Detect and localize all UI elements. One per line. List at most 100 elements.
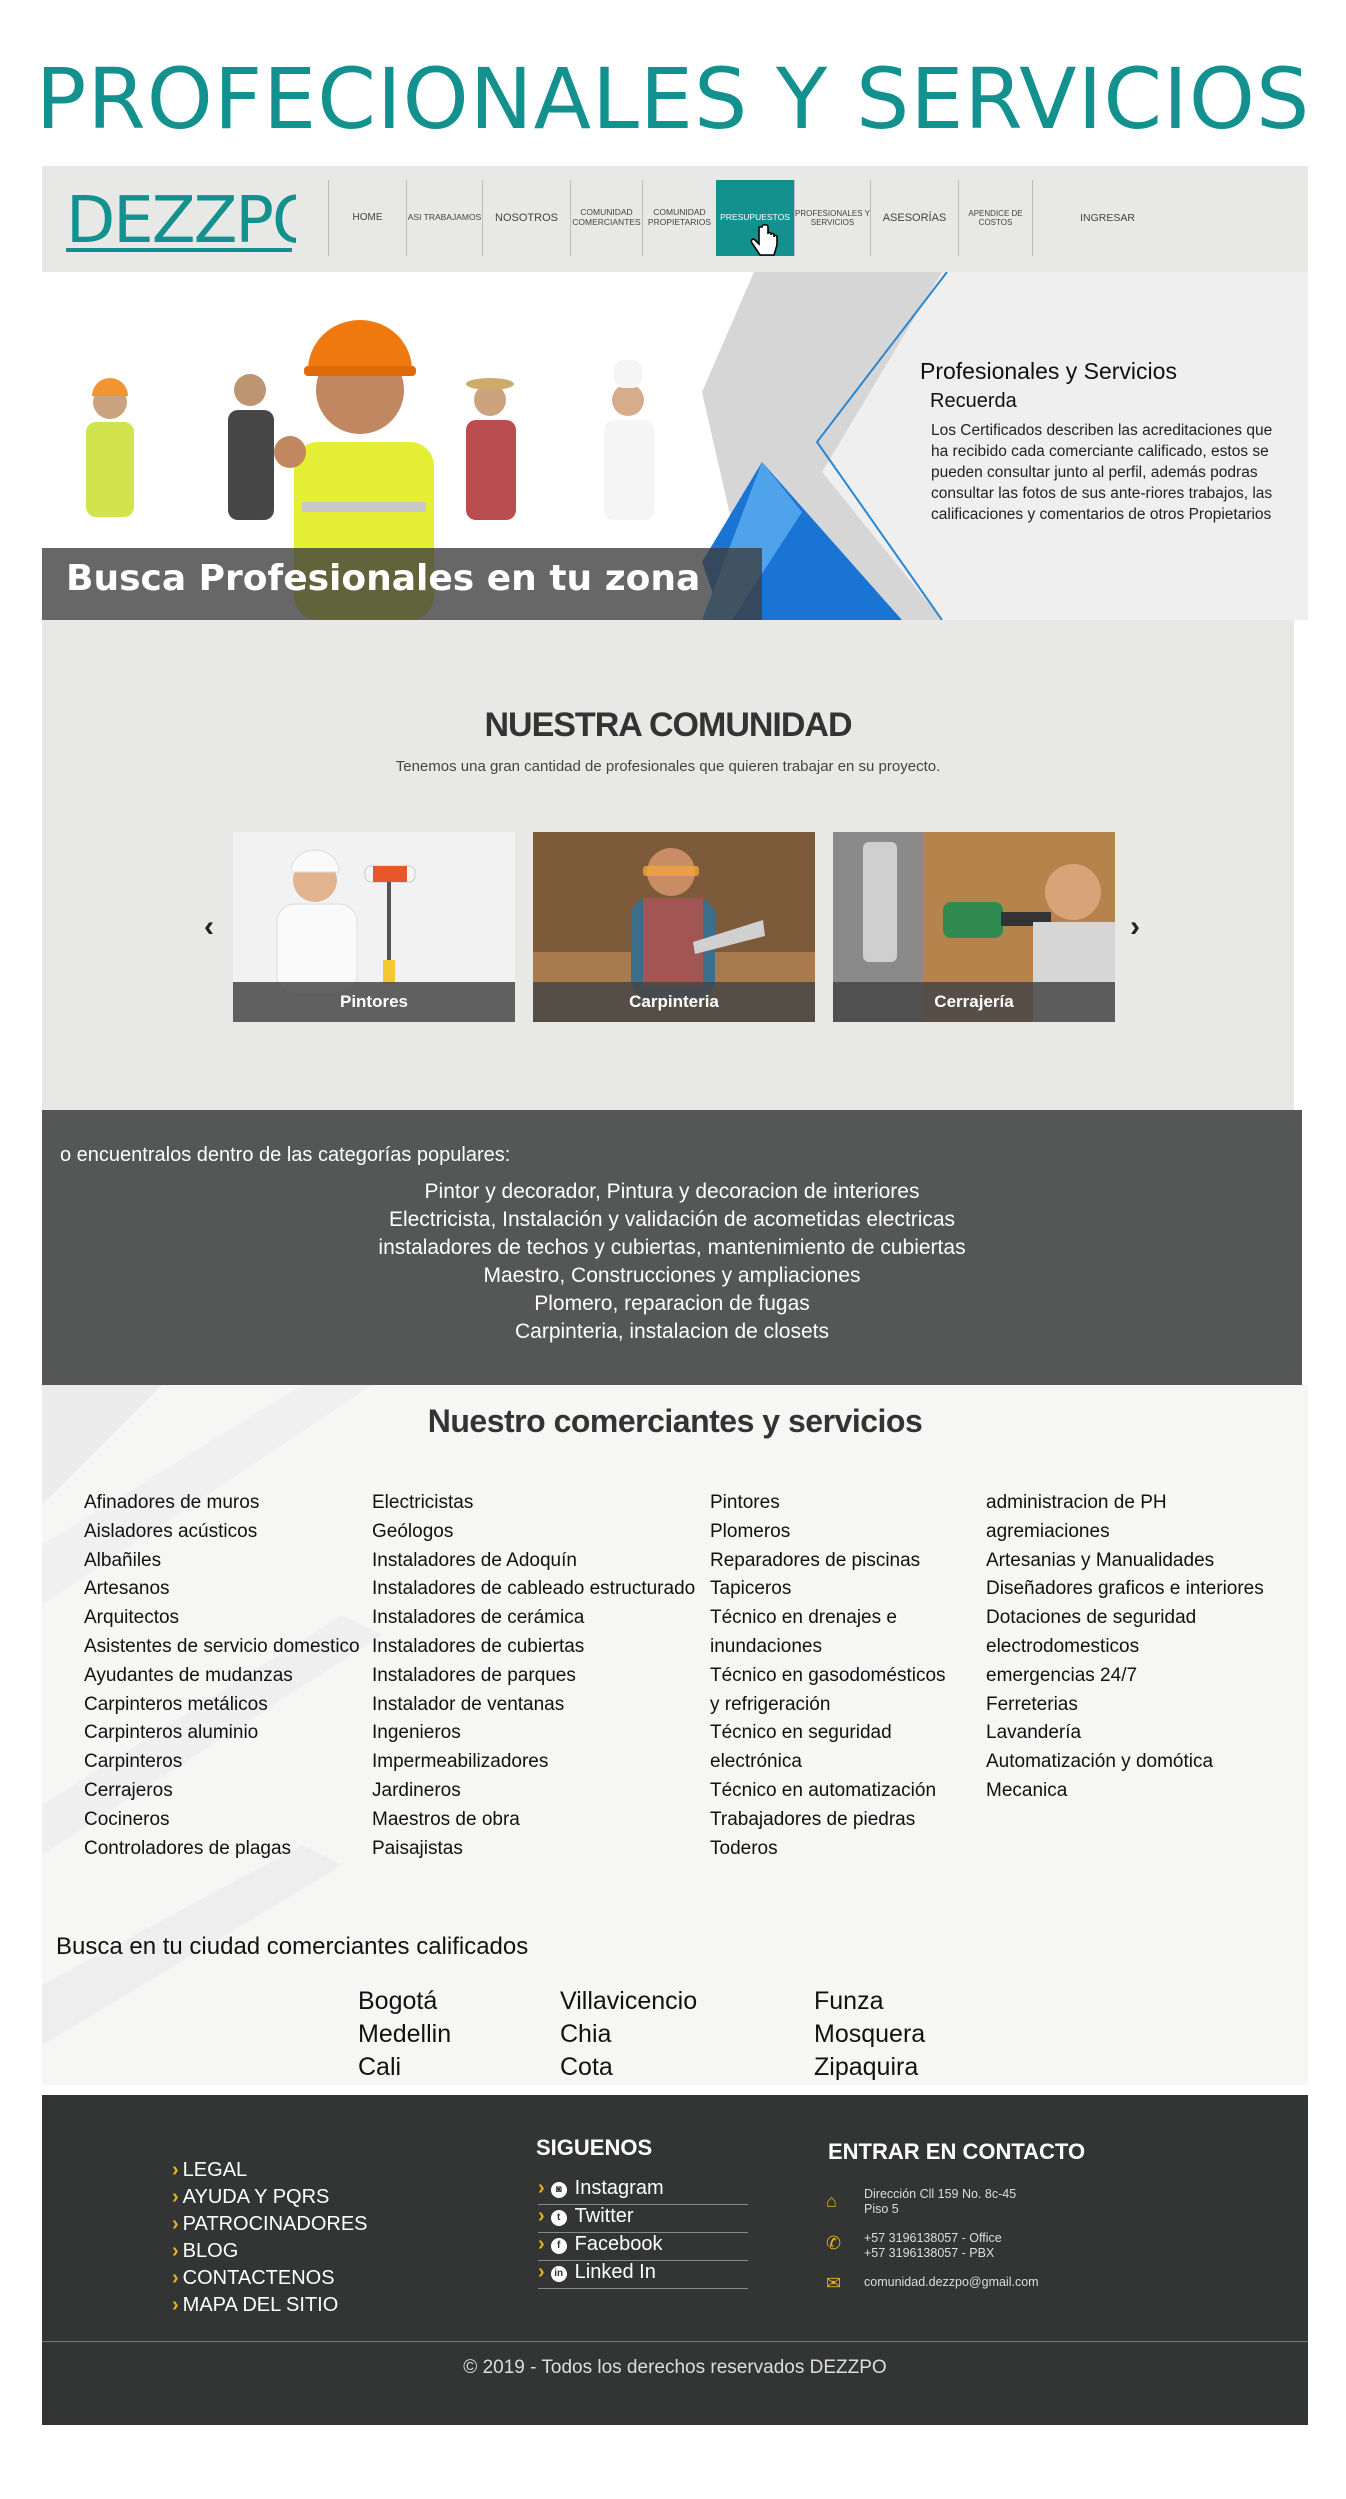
phone-line[interactable]: +57 3196138057 - Office xyxy=(864,2231,1002,2246)
merchant-item[interactable]: Impermeabilizadores xyxy=(372,1748,695,1777)
merchant-item[interactable]: Electricistas xyxy=(372,1489,695,1518)
category-link[interactable]: Maestro, Construcciones y ampliaciones xyxy=(42,1264,1302,1288)
merchant-item[interactable]: Reparadores de piscinas xyxy=(710,1547,946,1576)
footer-link-blog[interactable]: › BLOG xyxy=(172,2240,238,2263)
city-link[interactable]: Villavicencio xyxy=(560,1985,697,2018)
merchant-item[interactable]: agremiaciones xyxy=(986,1518,1264,1547)
merchant-item[interactable]: Controladores de plagas xyxy=(84,1835,360,1864)
merchant-item[interactable]: Geólogos xyxy=(372,1518,695,1547)
category-link[interactable]: Plomero, reparacion de fugas xyxy=(42,1292,1302,1316)
merchant-item[interactable]: Instaladores de cableado estructurado xyxy=(372,1575,695,1604)
city-link[interactable]: Funza xyxy=(814,1985,925,2018)
city-link[interactable]: Zipaquira xyxy=(814,2051,925,2084)
merchant-item[interactable]: Técnico en drenajes e xyxy=(710,1604,946,1633)
merchant-item[interactable]: Plomeros xyxy=(710,1518,946,1547)
merchant-item[interactable]: Instaladores de cerámica xyxy=(372,1604,695,1633)
merchant-item[interactable]: electrodomesticos xyxy=(986,1633,1264,1662)
category-link[interactable]: instaladores de techos y cubiertas, mant… xyxy=(42,1236,1302,1260)
category-link[interactable]: Carpinteria, instalacion de closets xyxy=(42,1320,1302,1344)
footer-link-mapa[interactable]: › MAPA DEL SITIO xyxy=(172,2294,338,2317)
merchant-item[interactable]: Trabajadores de piedras xyxy=(710,1806,946,1835)
merchant-item[interactable]: y refrigeración xyxy=(710,1691,946,1720)
carousel-prev-icon[interactable]: ‹ xyxy=(204,910,214,944)
merchant-item[interactable]: Diseñadores graficos e interiores xyxy=(986,1575,1264,1604)
social-twitter[interactable]: › t Twitter xyxy=(538,2205,748,2233)
merchant-item[interactable]: Técnico en seguridad xyxy=(710,1719,946,1748)
merchant-item[interactable]: Instaladores de Adoquín xyxy=(372,1547,695,1576)
merchant-item[interactable]: emergencias 24/7 xyxy=(986,1662,1264,1691)
merchant-item[interactable]: Instalador de ventanas xyxy=(372,1691,695,1720)
merchant-item[interactable]: Pintores xyxy=(710,1489,946,1518)
merchant-item[interactable]: Ferreterias xyxy=(986,1691,1264,1720)
merchant-item[interactable]: Instaladores de parques xyxy=(372,1662,695,1691)
contact-email[interactable]: comunidad.dezzpo@gmail.com xyxy=(864,2275,1039,2290)
carousel-next-icon[interactable]: › xyxy=(1130,910,1140,944)
merchant-item[interactable]: Lavandería xyxy=(986,1719,1264,1748)
merchant-item[interactable]: Aisladores acústicos xyxy=(84,1518,360,1547)
merchant-item[interactable]: Ayudantes de mudanzas xyxy=(84,1662,360,1691)
merchant-item[interactable]: Cerrajeros xyxy=(84,1777,360,1806)
merchant-item[interactable]: Carpinteros aluminio xyxy=(84,1719,360,1748)
card-cerrajeria[interactable]: Cerrajería xyxy=(833,832,1115,1022)
nav-ingresar[interactable]: INGRESAR xyxy=(1032,180,1182,256)
category-link[interactable]: Electricista, Instalación y validación d… xyxy=(42,1208,1302,1232)
merchant-item[interactable]: Paisajistas xyxy=(372,1835,695,1864)
footer-link-patrocinadores[interactable]: › PATROCINADORES xyxy=(172,2213,368,2236)
merchant-item[interactable]: Cocineros xyxy=(84,1806,360,1835)
card-carpinteria[interactable]: Carpinteria xyxy=(533,832,815,1022)
social-instagram[interactable]: › ◙ Instagram xyxy=(538,2177,748,2205)
city-link[interactable]: Cali xyxy=(358,2051,451,2084)
merchant-item[interactable]: Dotaciones de seguridad xyxy=(986,1604,1264,1633)
merchant-column-4: administracion de PH agremiaciones Artes… xyxy=(986,1489,1264,1806)
merchant-item[interactable]: inundaciones xyxy=(710,1633,946,1662)
merchant-item[interactable]: Técnico en gasodomésticos xyxy=(710,1662,946,1691)
merchant-item[interactable]: Albañiles xyxy=(84,1547,360,1576)
nav-apendice-costos[interactable]: APENDICE DE COSTOS xyxy=(958,180,1032,256)
nav-comunidad-propietarios[interactable]: COMUNIDAD PROPIETARIOS xyxy=(642,180,716,256)
nav-profesionales-servicios[interactable]: PROFESIONALES Y SERVICIOS xyxy=(794,180,870,256)
merchant-item[interactable]: Ingenieros xyxy=(372,1719,695,1748)
facebook-icon: f xyxy=(550,2238,567,2254)
city-link[interactable]: Bogotá xyxy=(358,1985,451,2018)
nav-asesorias[interactable]: ASESORÍAS xyxy=(870,180,958,256)
footer-link-ayuda[interactable]: › AYUDA Y PQRS xyxy=(172,2186,329,2209)
social-facebook[interactable]: › f Facebook xyxy=(538,2233,748,2261)
footer-link-legal[interactable]: › LEGAL xyxy=(172,2159,247,2182)
footer-link-contactenos[interactable]: › CONTACTENOS xyxy=(172,2267,335,2290)
merchant-item[interactable]: Artesanos xyxy=(84,1575,360,1604)
merchant-item[interactable]: administracion de PH xyxy=(986,1489,1264,1518)
merchant-item[interactable]: Asistentes de servicio domestico xyxy=(84,1633,360,1662)
footer-link-label: AYUDA Y PQRS xyxy=(182,2186,330,2208)
nav-nosotros[interactable]: NOSOTROS xyxy=(482,180,570,256)
hero-subtitle: Recuerda xyxy=(930,390,1017,412)
nav-asi-trabajamos[interactable]: ASI TRABAJAMOS xyxy=(406,180,482,256)
dezzpo-logo[interactable]: DEZZPO xyxy=(66,180,322,260)
card-label-pintores: Pintores xyxy=(233,982,515,1022)
city-link[interactable]: Cota xyxy=(560,2051,697,2084)
category-link[interactable]: Pintor y decorador, Pintura y decoracion… xyxy=(42,1180,1302,1204)
merchant-item[interactable]: Carpinteros metálicos xyxy=(84,1691,360,1720)
city-link[interactable]: Chia xyxy=(560,2018,697,2051)
merchant-item[interactable]: Carpinteros xyxy=(84,1748,360,1777)
merchant-item[interactable]: electrónica xyxy=(710,1748,946,1777)
community-subtitle: Tenemos una gran cantidad de profesional… xyxy=(395,758,941,775)
social-label: Facebook xyxy=(574,2233,663,2255)
merchant-item[interactable]: Jardineros xyxy=(372,1777,695,1806)
merchant-item[interactable]: Mecanica xyxy=(986,1777,1264,1806)
merchant-item[interactable]: Automatización y domótica xyxy=(986,1748,1264,1777)
merchant-item[interactable]: Toderos xyxy=(710,1835,946,1864)
merchant-item[interactable]: Maestros de obra xyxy=(372,1806,695,1835)
merchant-item[interactable]: Técnico en automatización xyxy=(710,1777,946,1806)
merchant-item[interactable]: Instaladores de cubiertas xyxy=(372,1633,695,1662)
nav-comunidad-comerciantes[interactable]: COMUNIDAD COMERCIANTES xyxy=(570,180,642,256)
phone-line[interactable]: +57 3196138057 - PBX xyxy=(864,2246,1002,2261)
card-pintores[interactable]: Pintores xyxy=(233,832,515,1022)
merchant-item[interactable]: Artesanias y Manualidades xyxy=(986,1547,1264,1576)
merchant-item[interactable]: Afinadores de muros xyxy=(84,1489,360,1518)
merchant-item[interactable]: Tapiceros xyxy=(710,1575,946,1604)
city-link[interactable]: Mosquera xyxy=(814,2018,925,2051)
social-linkedin[interactable]: › in Linked In xyxy=(538,2261,748,2289)
merchant-item[interactable]: Arquitectos xyxy=(84,1604,360,1633)
nav-home[interactable]: HOME xyxy=(328,180,406,256)
city-link[interactable]: Medellin xyxy=(358,2018,451,2051)
